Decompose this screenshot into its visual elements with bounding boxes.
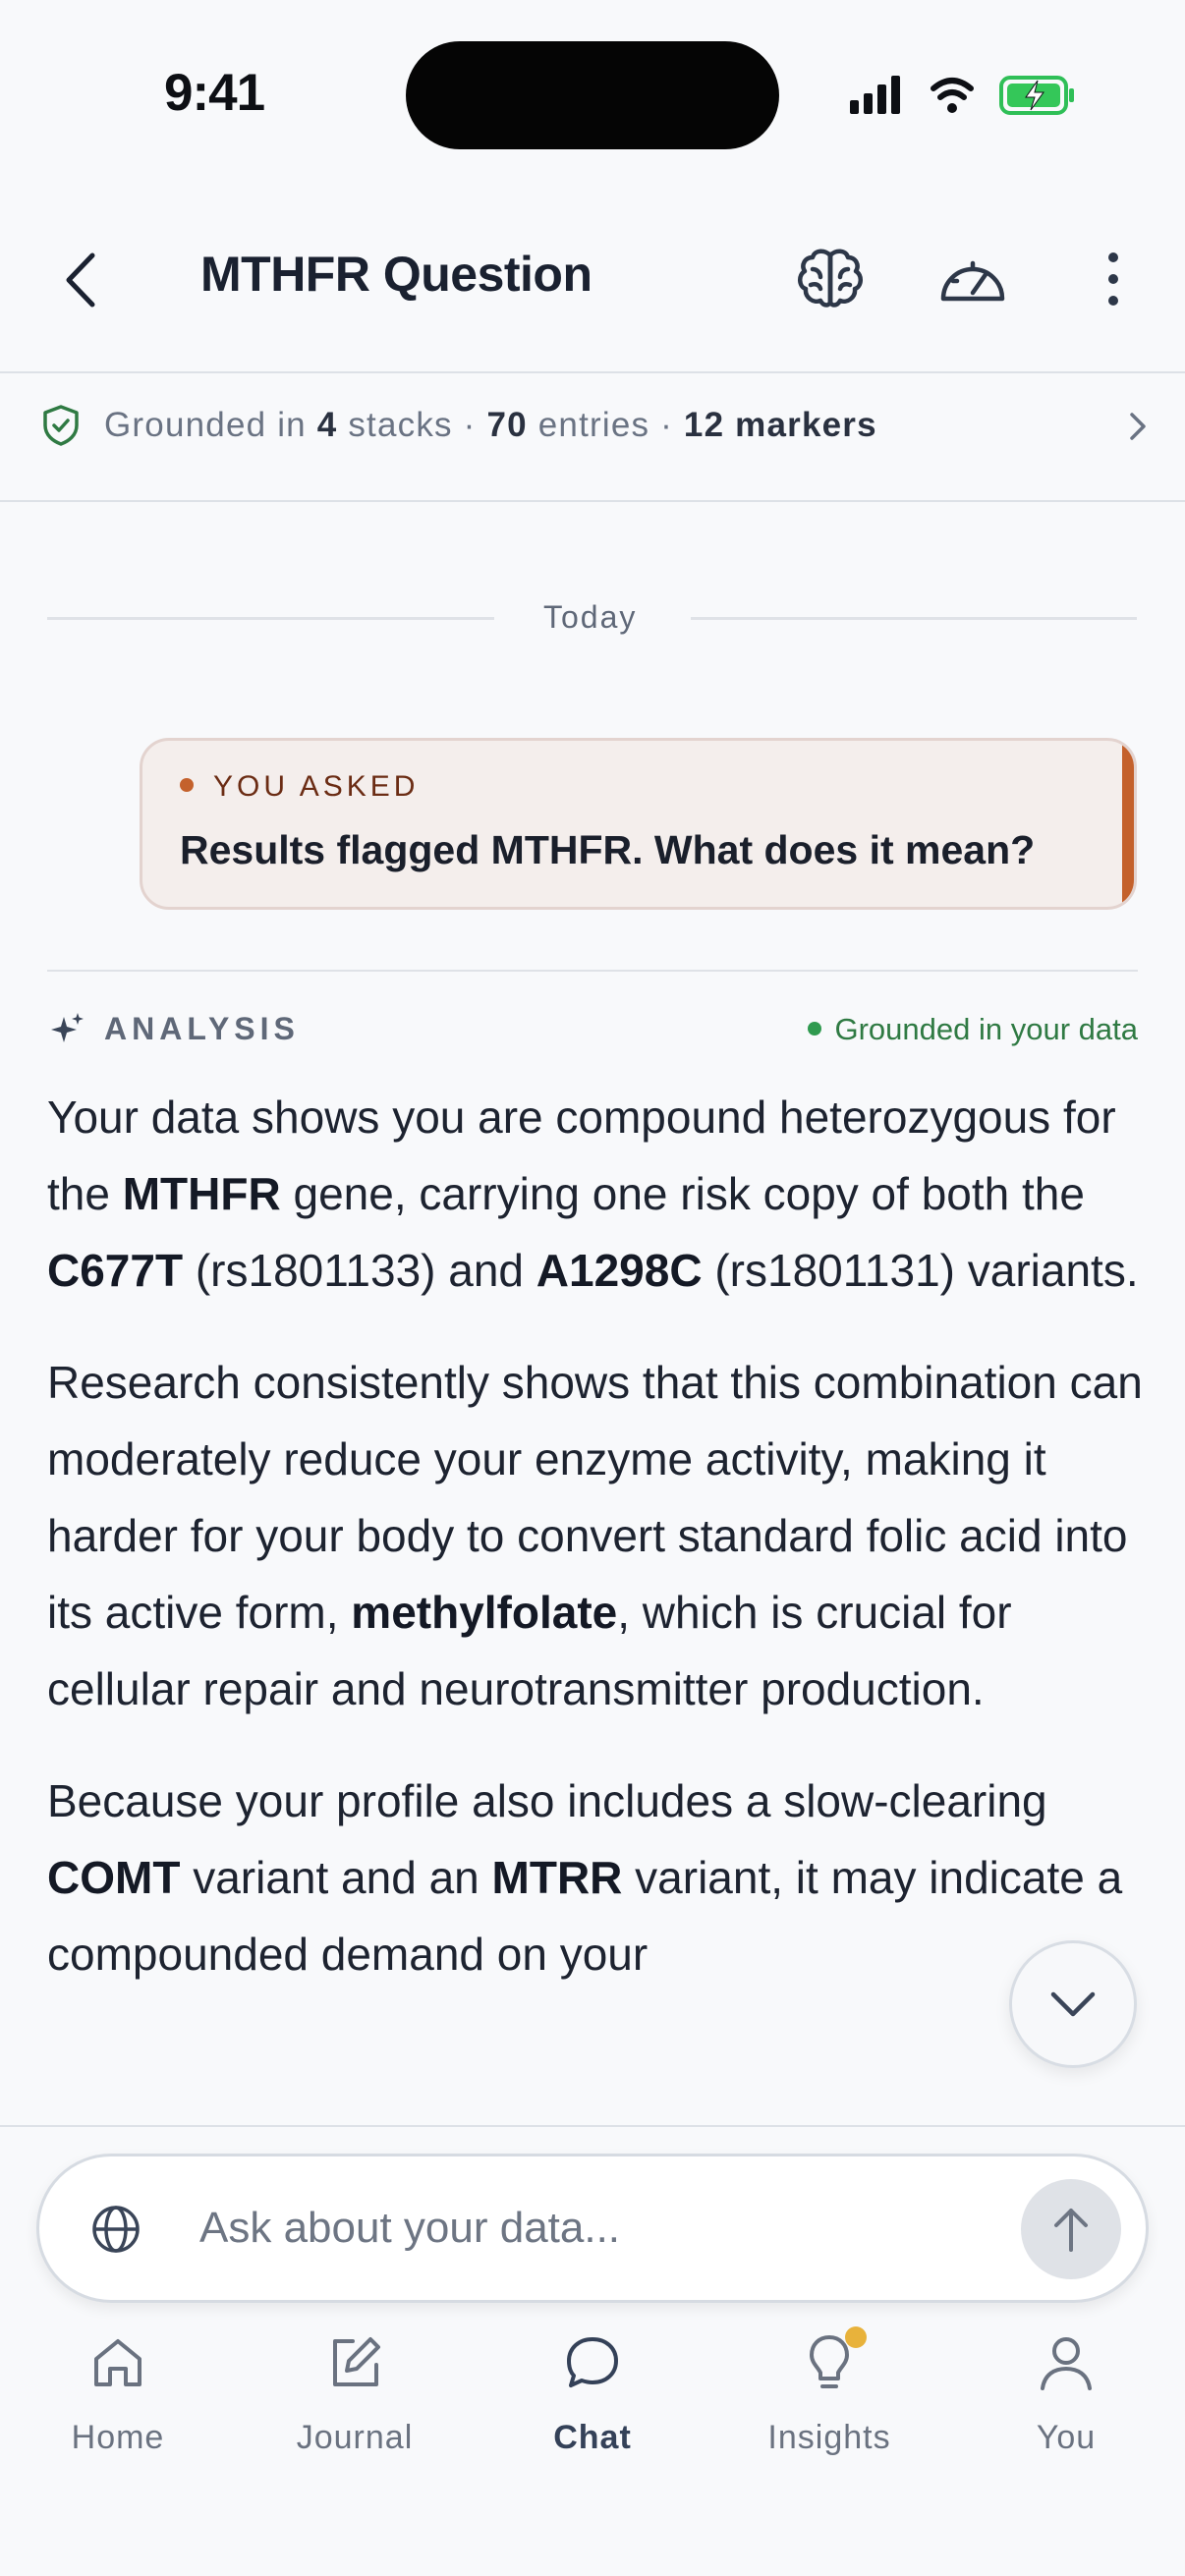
tab-chat[interactable]: Chat [494,2319,691,2457]
accent-dot [180,778,194,792]
header-divider [0,371,1185,373]
message-divider [47,970,1138,972]
more-vertical-icon [1108,252,1118,306]
gauge-button[interactable] [935,242,1010,316]
home-icon [94,2339,141,2386]
wifi-icon [931,78,974,113]
user-question-bubble: YOU ASKED Results flagged MTHFR. What do… [140,738,1137,910]
tab-label: Journal [296,2419,414,2456]
tab-label: Chat [553,2419,632,2456]
analysis-header: ANALYSIS Grounded in your data [47,1007,1138,1056]
green-dot [807,1022,821,1036]
analysis-body: Your data shows you are compound heteroz… [47,1079,1148,2028]
analysis-paragraph-2: Research consistently shows that this co… [47,1357,1143,1714]
sparkle-icon [51,1013,84,1042]
chevron-left-icon [66,252,95,308]
tab-label: Insights [767,2419,891,2456]
tab-journal[interactable]: Journal [256,2319,453,2457]
user-question-text: Results flagged MTHFR. What does it mean… [180,827,1036,872]
analysis-label: ANALYSIS [104,1011,300,1046]
send-button[interactable] [1021,2179,1121,2279]
cellular-signal-icon [850,76,1074,115]
chat-scroll-area[interactable]: Your data shows you are compound heteroz… [0,1061,1185,2127]
globe-icon[interactable] [88,2202,143,2257]
status-time: 9:41 [164,64,265,122]
tab-label: You [1036,2419,1097,2456]
speedometer-icon [940,260,1005,302]
pencil-icon [333,2337,380,2386]
date-divider-label: Today [543,599,638,635]
chat-composer[interactable]: Ask about your data... [36,2154,1149,2303]
tab-label: Home [71,2419,165,2456]
grounding-text: Grounded in 4 stacks · 70 entries · 12 m… [104,406,877,444]
date-divider-line-right [691,617,1137,620]
back-button[interactable] [57,246,106,314]
analysis-paragraph-1: Your data shows you are compound heteroz… [47,1092,1139,1296]
brain-icon [798,249,863,308]
page-title: MTHFR Question [200,247,592,302]
grounded-badge: Grounded in your data [807,1012,1138,1047]
notification-badge [845,2326,867,2348]
tab-you[interactable]: You [968,2319,1164,2457]
battery-icon [999,76,1074,115]
tab-insights[interactable]: Insights [731,2319,928,2457]
more-options-button[interactable] [1076,242,1151,316]
chevron-down-icon [1050,1991,1096,2017]
analysis-paragraph-3: Because your profile also includes a slo… [47,1775,1123,1980]
chevron-right-icon [1130,413,1146,440]
status-icons [847,71,1083,120]
dynamic-island [406,41,779,149]
grounding-summary[interactable]: Grounded in 4 stacks · 70 entries · 12 m… [41,401,1152,450]
grounding-divider [0,500,1185,502]
scroll-to-bottom-button[interactable] [1009,1940,1137,2068]
user-icon [1041,2337,1092,2390]
date-divider-line-left [47,617,494,620]
tab-home[interactable]: Home [20,2319,216,2457]
accent-bar [1122,741,1134,907]
brain-button[interactable] [793,242,868,316]
you-asked-label: YOU ASKED [180,770,419,804]
arrow-up-icon [1054,2209,1088,2252]
shield-check-icon [43,405,79,446]
chat-bubble-icon [567,2337,618,2387]
chat-input[interactable]: Ask about your data... [199,2204,620,2253]
